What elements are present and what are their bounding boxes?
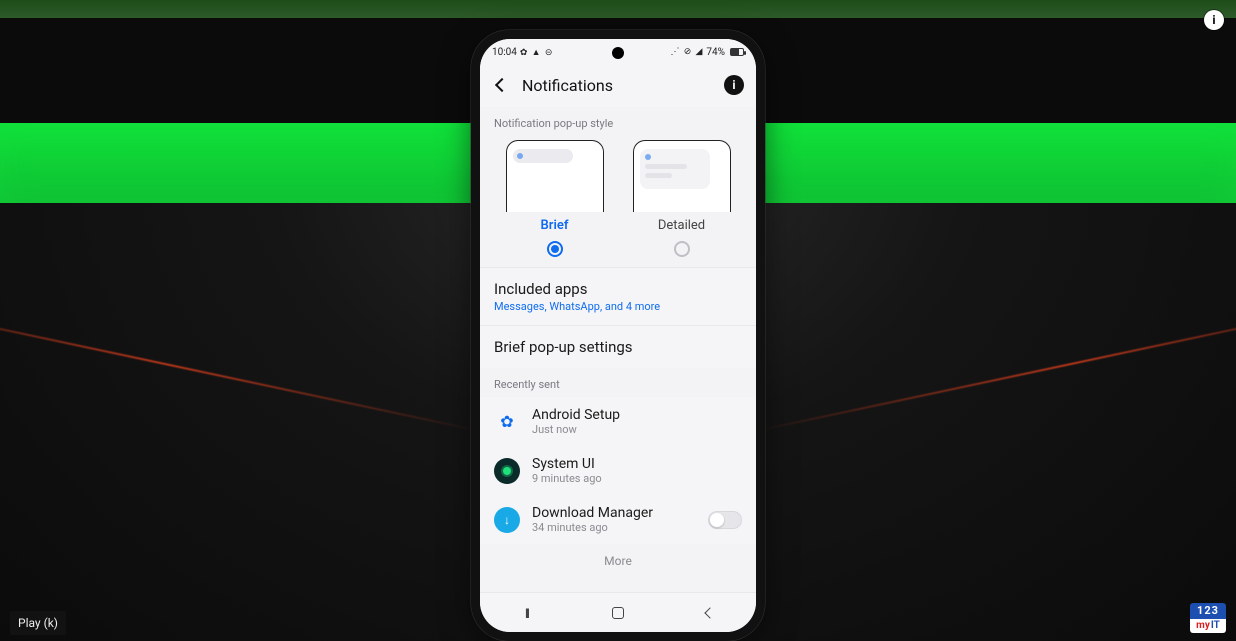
recent-item-name: System UI [532, 456, 602, 472]
back-button[interactable] [490, 73, 514, 97]
detailed-preview [633, 140, 731, 212]
brief-preview [506, 140, 604, 212]
status-right-icons: ⋰ ⊘ ◢ [670, 47, 703, 57]
logo-my: my [1196, 620, 1210, 632]
recent-item-time: 9 minutes ago [532, 472, 602, 485]
detailed-radio[interactable] [674, 241, 690, 257]
header-info-button[interactable]: i [724, 75, 744, 95]
status-left-icons: ✿ ▲ ⊝ [520, 47, 553, 58]
recent-item-time: 34 minutes ago [532, 521, 653, 534]
recent-item-name: Android Setup [532, 407, 620, 423]
back-icon [704, 607, 715, 618]
popup-style-brief[interactable]: Brief [498, 140, 611, 257]
home-icon [612, 607, 624, 619]
chevron-left-icon [495, 78, 509, 92]
nav-home-button[interactable] [598, 598, 638, 628]
recent-item-time: Just now [532, 423, 620, 436]
page-header: Notifications i [480, 65, 756, 107]
page-title: Notifications [522, 76, 724, 95]
punch-hole-camera [612, 47, 624, 59]
section-popup-style-label: Notification pop-up style [480, 107, 756, 136]
brief-label: Brief [541, 218, 569, 233]
brief-popup-settings-title: Brief pop-up settings [494, 338, 742, 356]
nav-back-button[interactable] [690, 598, 730, 628]
section-recent-label: Recently sent [480, 368, 756, 397]
download-icon: ↓ [494, 507, 520, 533]
play-tooltip: Play (k) [10, 611, 66, 635]
video-frame: 10:04 ✿ ▲ ⊝ ⋰ ⊘ ◢ 74% Notifications i No… [0, 0, 1236, 641]
recent-item-name: Download Manager [532, 505, 653, 521]
phone-device: 10:04 ✿ ▲ ⊝ ⋰ ⊘ ◢ 74% Notifications i No… [471, 30, 765, 641]
included-apps-row[interactable]: Included apps Messages, WhatsApp, and 4 … [480, 267, 756, 325]
logo-it: IT [1211, 620, 1220, 632]
status-battery-percent: 74% [706, 47, 725, 58]
popup-style-detailed[interactable]: Detailed [625, 140, 738, 257]
recent-item-system-ui[interactable]: System UI 9 minutes ago [480, 446, 756, 495]
recent-item-android-setup[interactable]: ✿ Android Setup Just now [480, 397, 756, 446]
logo-top: 123 [1190, 603, 1226, 619]
included-apps-sub: Messages, WhatsApp, and 4 more [494, 300, 742, 313]
recents-icon: III [525, 605, 528, 621]
brief-radio[interactable] [547, 241, 563, 257]
included-apps-title: Included apps [494, 280, 742, 298]
phone-screen: 10:04 ✿ ▲ ⊝ ⋰ ⊘ ◢ 74% Notifications i No… [480, 39, 756, 632]
popup-style-row: Brief Detailed [480, 136, 756, 259]
system-ui-icon [494, 458, 520, 484]
nav-recent-button[interactable]: III [506, 598, 546, 628]
recent-more-button[interactable]: More [480, 544, 756, 586]
download-manager-toggle[interactable] [708, 511, 742, 529]
recent-item-download-manager[interactable]: ↓ Download Manager 34 minutes ago [480, 495, 756, 544]
gear-icon: ✿ [494, 409, 520, 435]
android-navbar: III [480, 592, 756, 632]
battery-icon [730, 48, 744, 56]
settings-scroll[interactable]: Notification pop-up style Brief Detailed [480, 107, 756, 592]
brief-popup-settings-row[interactable]: Brief pop-up settings [480, 325, 756, 368]
status-time: 10:04 [492, 47, 517, 58]
background-strip [0, 0, 1236, 18]
video-info-card-button[interactable]: i [1204, 10, 1224, 30]
detailed-label: Detailed [658, 218, 705, 233]
channel-logo: 123 my IT [1190, 603, 1226, 633]
